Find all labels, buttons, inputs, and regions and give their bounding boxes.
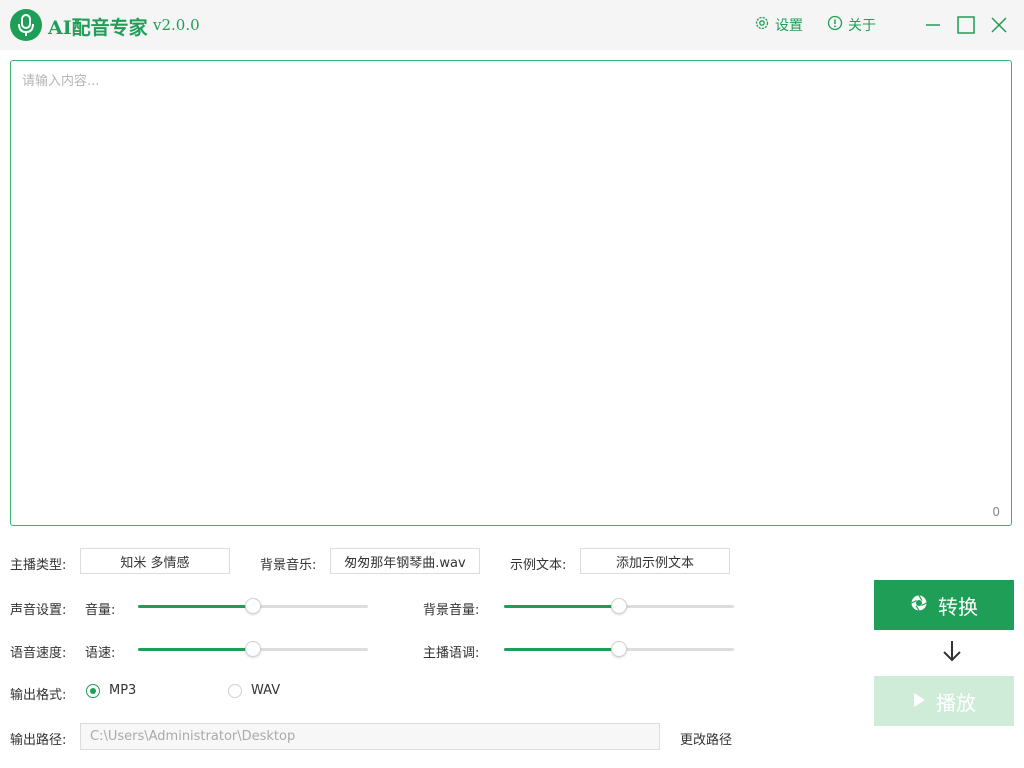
minimize-icon bbox=[926, 24, 940, 26]
arrow-down-icon bbox=[940, 638, 964, 664]
format-wav-label: WAV bbox=[251, 683, 281, 698]
bgm-label: 背景音乐: bbox=[260, 558, 317, 573]
anchor-type-label: 主播类型: bbox=[10, 558, 67, 573]
volume-label: 音量: bbox=[85, 603, 116, 618]
pitch-slider-fill bbox=[504, 648, 619, 651]
about-label: 关于 bbox=[848, 18, 876, 34]
gear-icon bbox=[754, 15, 770, 35]
speed-slider[interactable] bbox=[138, 641, 368, 657]
volume-slider[interactable] bbox=[138, 598, 368, 614]
settings-button[interactable]: 设置 bbox=[754, 15, 803, 35]
play-button[interactable]: 播放 bbox=[874, 676, 1014, 726]
content-input[interactable] bbox=[11, 61, 1011, 525]
radio-mp3-indicator bbox=[86, 683, 100, 698]
convert-label: 转换 bbox=[938, 594, 978, 619]
settings-label: 设置 bbox=[775, 18, 803, 34]
pitch-slider-handle[interactable] bbox=[611, 641, 627, 657]
app-title: AI配音专家 bbox=[48, 17, 148, 39]
output-path-input[interactable] bbox=[80, 723, 660, 750]
output-format-label: 输出格式: bbox=[10, 688, 67, 703]
format-radio-mp3[interactable]: MP3 bbox=[86, 683, 136, 698]
bgm-volume-slider-handle[interactable] bbox=[611, 598, 627, 614]
app-version: v2.0.0 bbox=[153, 16, 200, 34]
maximize-icon bbox=[957, 16, 975, 34]
format-radio-wav[interactable]: WAV bbox=[228, 683, 280, 698]
change-path-link[interactable]: 更改路径 bbox=[680, 729, 732, 748]
bgm-volume-slider[interactable] bbox=[504, 598, 734, 614]
title-bar: AI配音专家 v2.0.0 设置 关于 bbox=[0, 0, 1024, 50]
sample-text-label: 示例文本: bbox=[510, 558, 567, 573]
minimize-button[interactable] bbox=[920, 12, 946, 38]
maximize-button[interactable] bbox=[953, 12, 979, 38]
about-button[interactable]: 关于 bbox=[827, 15, 876, 35]
format-mp3-label: MP3 bbox=[109, 683, 137, 698]
speed-slider-handle[interactable] bbox=[245, 641, 261, 657]
radio-wav-indicator bbox=[228, 683, 242, 698]
add-sample-text-button[interactable]: 添加示例文本 bbox=[580, 548, 730, 574]
aperture-icon bbox=[910, 593, 928, 617]
anchor-type-select[interactable]: 知米 多情感 bbox=[80, 548, 230, 574]
convert-button[interactable]: 转换 bbox=[874, 580, 1014, 630]
microphone-icon bbox=[10, 9, 42, 41]
speech-speed-label: 语音速度: bbox=[10, 646, 67, 661]
info-icon bbox=[827, 15, 843, 35]
play-icon bbox=[912, 689, 926, 713]
char-count: 0 bbox=[992, 505, 1000, 519]
bgm-select[interactable]: 匆匆那年钢琴曲.wav bbox=[330, 548, 480, 574]
bgm-volume-slider-fill bbox=[504, 605, 619, 608]
speed-label: 语速: bbox=[85, 646, 116, 661]
sound-settings-label: 声音设置: bbox=[10, 603, 67, 618]
speed-slider-fill bbox=[138, 648, 253, 651]
close-button[interactable] bbox=[986, 12, 1012, 38]
volume-slider-fill bbox=[138, 605, 253, 608]
pitch-label: 主播语调: bbox=[423, 646, 480, 661]
output-path-label: 输出路径: bbox=[10, 733, 67, 748]
bgm-volume-label: 背景音量: bbox=[423, 603, 480, 618]
close-icon bbox=[991, 17, 1007, 33]
pitch-slider[interactable] bbox=[504, 641, 734, 657]
volume-slider-handle[interactable] bbox=[245, 598, 261, 614]
play-label: 播放 bbox=[936, 690, 976, 715]
text-editor: 0 bbox=[10, 60, 1012, 526]
